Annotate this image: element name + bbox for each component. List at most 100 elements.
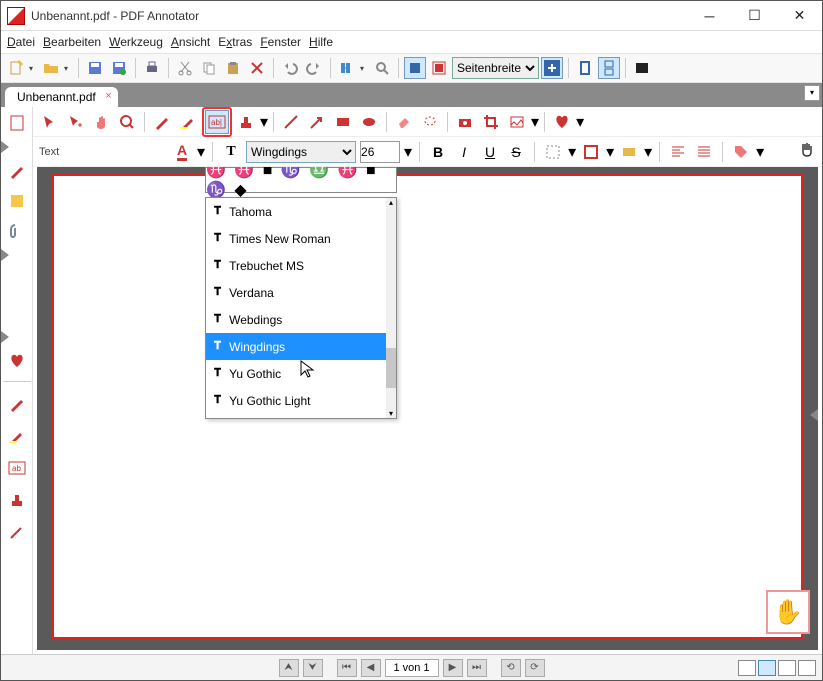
ellipse-tool-icon[interactable] <box>357 110 381 134</box>
pen-side-icon[interactable] <box>5 159 29 183</box>
fit-page-button[interactable] <box>404 57 426 79</box>
arrow-tool-icon[interactable] <box>305 110 329 134</box>
menu-view[interactable]: Ansicht <box>171 35 210 49</box>
nav-fwd-icon[interactable]: ⟳ <box>525 659 545 677</box>
menu-tool[interactable]: Werkzeug <box>109 35 163 49</box>
rect-tool-icon[interactable] <box>331 110 355 134</box>
camera-tool-icon[interactable] <box>453 110 477 134</box>
fullscreen-button[interactable] <box>631 57 653 79</box>
marker-tool-icon[interactable] <box>176 110 200 134</box>
font-option[interactable]: 𝐓Verdana <box>206 279 386 306</box>
fill-dd-icon[interactable]: ▾ <box>568 142 576 162</box>
undo-button[interactable] <box>279 57 301 79</box>
view-single-icon[interactable] <box>738 660 756 676</box>
stamp-tool-icon[interactable] <box>234 110 258 134</box>
view-cont-icon[interactable] <box>758 660 776 676</box>
font-size-input[interactable] <box>360 141 400 163</box>
image-tool-icon[interactable] <box>505 110 529 134</box>
font-option[interactable]: 𝐓Yu Gothic Light <box>206 387 386 414</box>
find-dropdown-icon[interactable]: ▾ <box>360 64 369 73</box>
last-page-icon[interactable]: ⏭ <box>467 659 487 677</box>
font-option[interactable]: 𝐓Trebuchet MS <box>206 252 386 279</box>
font-icon[interactable]: T <box>220 141 242 163</box>
highlighter-side-icon[interactable] <box>5 424 29 448</box>
font-option[interactable]: 𝐓Yu Gothic <box>206 360 386 387</box>
text-side-icon[interactable]: ab <box>5 456 29 480</box>
right-panel-handle[interactable] <box>810 409 818 421</box>
pan-hand-button[interactable]: ✋ <box>766 590 810 634</box>
pencil-side-icon[interactable] <box>5 392 29 416</box>
bold-button[interactable]: B <box>427 141 449 163</box>
expand-icon[interactable] <box>1 141 9 153</box>
line-tool-icon[interactable] <box>279 110 303 134</box>
select-arrow-icon[interactable] <box>37 110 61 134</box>
lasso-tool-icon[interactable] <box>418 110 442 134</box>
stamp-dd-icon[interactable]: ▾ <box>260 112 268 132</box>
select-plus-icon[interactable] <box>63 110 87 134</box>
minimize-button[interactable]: ─ <box>687 1 732 31</box>
document-canvas[interactable]: ♓ ♓ ■ ♑ ♎ ♓ ■ ♑ ◆ 𝐓Tahoma𝐓Times New Roma… <box>37 167 818 650</box>
expand-icon-3[interactable] <box>1 331 9 343</box>
open-dropdown-icon[interactable]: ▾ <box>64 64 73 73</box>
page-number-field[interactable] <box>385 659 439 677</box>
menu-window[interactable]: Fenster <box>260 35 301 49</box>
view-twocont-icon[interactable] <box>798 660 816 676</box>
tab-overflow-button[interactable]: ▾ <box>804 85 820 101</box>
continuous-page-button[interactable] <box>598 57 620 79</box>
page-up-icon[interactable]: ⮝ <box>279 659 299 677</box>
tag-dd-icon[interactable]: ▾ <box>756 142 764 162</box>
page-down-icon[interactable]: ⮟ <box>303 659 323 677</box>
underline-button[interactable]: U <box>479 141 501 163</box>
fill-color-icon[interactable] <box>542 141 564 163</box>
expand-icon-2[interactable] <box>1 249 9 261</box>
maximize-button[interactable]: ☐ <box>732 1 777 31</box>
save-as-button[interactable] <box>108 57 130 79</box>
nav-back-icon[interactable]: ⟲ <box>501 659 521 677</box>
zoom-plus-button[interactable] <box>541 57 563 79</box>
next-page-icon[interactable]: ▶ <box>443 659 463 677</box>
heart-side-icon[interactable] <box>5 349 29 373</box>
save-button[interactable] <box>84 57 106 79</box>
menu-file[interactable]: Datei <box>7 35 35 49</box>
prev-page-icon[interactable]: ◀ <box>361 659 381 677</box>
attach-side-icon[interactable] <box>5 219 29 243</box>
heart-dd-icon[interactable]: ▾ <box>576 112 584 132</box>
font-option[interactable]: 𝐓Webdings <box>206 306 386 333</box>
font-select[interactable]: Wingdings <box>246 141 356 163</box>
search-button[interactable] <box>371 57 393 79</box>
page-thumb-icon[interactable] <box>5 111 29 135</box>
gesture-icon[interactable] <box>793 136 821 164</box>
pen-tool-icon[interactable] <box>150 110 174 134</box>
redo-button[interactable] <box>303 57 325 79</box>
size-dd-icon[interactable]: ▾ <box>404 142 412 162</box>
menu-help[interactable]: Hilfe <box>309 35 333 49</box>
font-option[interactable]: 𝐓Tahoma <box>206 198 386 225</box>
color-dd-icon[interactable]: ▾ <box>197 142 205 162</box>
tab-close-icon[interactable]: × <box>105 90 111 102</box>
menu-extras[interactable]: Extras <box>218 35 252 49</box>
close-button[interactable]: ✕ <box>777 1 822 31</box>
image-dd-icon[interactable]: ▾ <box>531 112 539 132</box>
first-page-icon[interactable]: ⏮ <box>337 659 357 677</box>
heart-tool-icon[interactable] <box>550 110 574 134</box>
border-dd-icon[interactable]: ▾ <box>606 142 614 162</box>
align-options-icon[interactable] <box>693 141 715 163</box>
crop-tool-icon[interactable] <box>479 110 503 134</box>
single-page-button[interactable] <box>574 57 596 79</box>
stamp-side-icon[interactable] <box>5 488 29 512</box>
pen2-side-icon[interactable] <box>5 520 29 544</box>
view-two-icon[interactable] <box>778 660 796 676</box>
text-tool-icon[interactable]: ab| <box>205 110 229 134</box>
copy-button[interactable] <box>198 57 220 79</box>
hand-icon[interactable] <box>89 110 113 134</box>
text-color-icon[interactable]: A <box>171 141 193 163</box>
zoom-select[interactable]: Seitenbreite <box>452 57 539 79</box>
italic-button[interactable]: I <box>453 141 475 163</box>
font-option[interactable]: 𝐓Times New Roman <box>206 225 386 252</box>
font-option[interactable]: 𝐓Wingdings <box>206 333 386 360</box>
print-button[interactable] <box>141 57 163 79</box>
paste-button[interactable] <box>222 57 244 79</box>
document-tab[interactable]: Unbenannt.pdf × <box>5 87 118 107</box>
align-left-icon[interactable] <box>667 141 689 163</box>
find-button[interactable] <box>336 57 358 79</box>
